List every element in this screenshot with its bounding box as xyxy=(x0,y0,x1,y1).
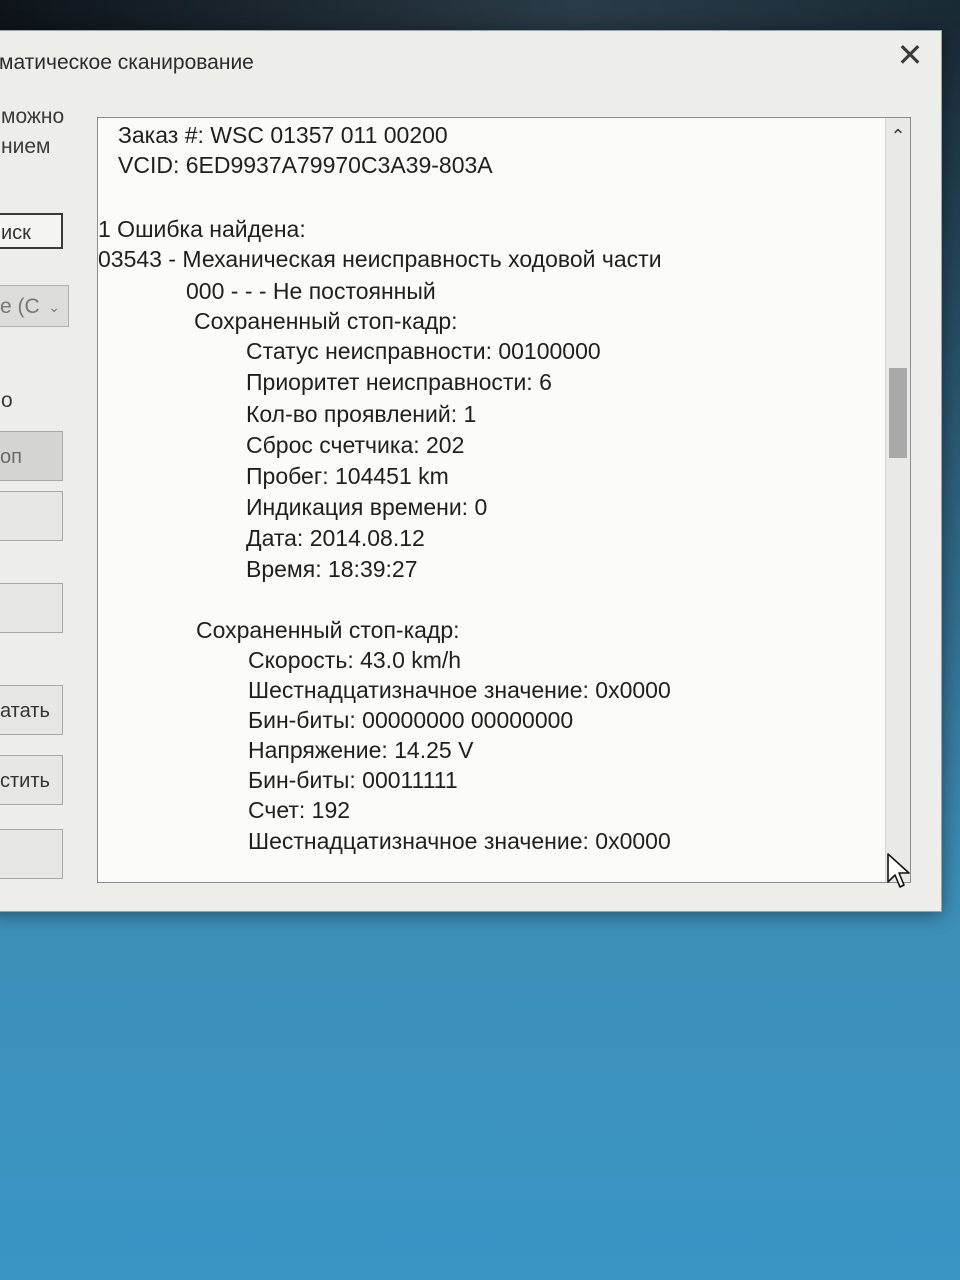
voltage-line: Напряжение: 14.25 V xyxy=(248,737,474,763)
reset-counter-line: Сброс счетчика: 202 xyxy=(246,432,465,458)
desktop-background-top xyxy=(0,0,960,30)
time-line: Время: 18:39:27 xyxy=(246,556,418,582)
print-button[interactable]: атать xyxy=(0,685,63,735)
time-indication-line: Индикация времени: 0 xyxy=(246,494,488,520)
hex-value-line-2: Шестнадцатизначное значение: 0x0000 xyxy=(248,828,671,854)
counter-line: Счет: 192 xyxy=(248,797,351,823)
speed-line: Скорость: 43.0 km/h xyxy=(248,647,462,673)
mouse-cursor-icon xyxy=(887,853,910,888)
scroll-up-icon[interactable]: ⌃ xyxy=(886,124,910,148)
chevron-down-icon: ⌄ xyxy=(48,299,60,315)
errors-found-line: 1 Ошибка найдена: xyxy=(98,216,306,242)
left-panel: можно нием иск е (С ⌄ о оп атать стить xyxy=(0,101,81,901)
close-button[interactable]: ✕ xyxy=(893,39,927,73)
report-textbox[interactable]: Заказ #: WSC 01357 011 00200 VCID: 6ED99… xyxy=(97,117,911,883)
freeze-frame-header-1: Сохраненный стоп-кадр: xyxy=(194,308,458,334)
hex-value-line-1: Шестнадцатизначное значение: 0x0000 xyxy=(248,677,671,703)
fault-priority-line: Приоритет неисправности: 6 xyxy=(246,369,552,395)
left-label-2: нием xyxy=(1,135,51,158)
bin-bits-line-2: Бин-биты: 00011111 xyxy=(248,767,458,793)
occurrence-count-line: Кол-во проявлений: 1 xyxy=(246,401,477,427)
clear-button[interactable]: стить xyxy=(0,755,63,805)
autoscan-window: матическое сканирование ✕ можно нием иск… xyxy=(0,30,942,912)
selection-dropdown[interactable]: е (С ⌄ xyxy=(0,285,69,327)
vcid-line: VCID: 6ED9937A79970C3A39-803A xyxy=(118,152,493,178)
left-label-1: можно xyxy=(1,105,65,128)
title-bar: матическое сканирование ✕ xyxy=(0,31,941,97)
fault-status-line: Статус неисправности: 00100000 xyxy=(246,338,601,364)
vertical-scrollbar[interactable]: ⌃ ⌄ xyxy=(885,118,910,882)
dropdown-value: е (С xyxy=(0,295,40,318)
search-button[interactable]: иск xyxy=(0,213,63,249)
bin-bits-line-1: Бин-биты: 00000000 00000000 xyxy=(248,707,574,733)
date-line: Дата: 2014.08.12 xyxy=(246,525,425,551)
window-title: матическое сканирование xyxy=(0,51,254,74)
stop-button[interactable]: оп xyxy=(0,431,63,481)
blank-button-2[interactable] xyxy=(0,583,63,633)
freeze-frame-header-2: Сохраненный стоп-кадр: xyxy=(196,617,460,643)
left-label-3: о xyxy=(1,389,13,412)
fault-code-line: 03543 - Механическая неисправность ходов… xyxy=(98,246,662,272)
scroll-thumb[interactable] xyxy=(889,368,907,458)
blank-button-1[interactable] xyxy=(0,491,63,541)
mileage-line: Пробег: 104451 km xyxy=(246,463,449,489)
order-line: Заказ #: WSC 01357 011 00200 xyxy=(118,122,448,148)
fault-sub-line: 000 - - - Не постоянный xyxy=(186,278,436,304)
blank-button-3[interactable] xyxy=(0,829,63,879)
